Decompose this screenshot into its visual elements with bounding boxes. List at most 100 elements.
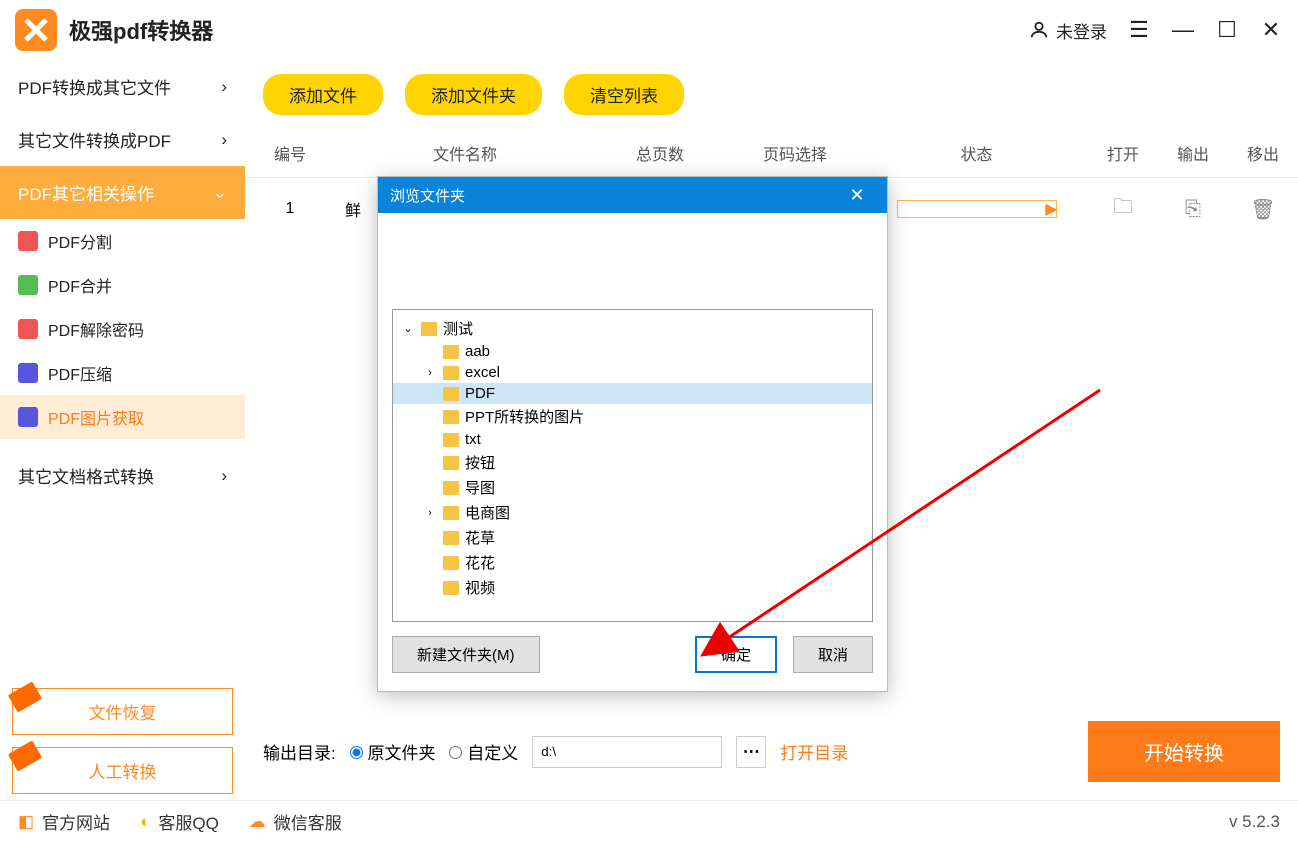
ok-button[interactable]: 确定 bbox=[695, 636, 777, 673]
dialog-close-button[interactable]: ✕ bbox=[839, 177, 875, 213]
folder-icon bbox=[421, 322, 437, 336]
tree-toggle-icon[interactable]: › bbox=[423, 507, 437, 519]
tree-item-label: txt bbox=[465, 431, 481, 448]
toolbar: 添加文件 添加文件夹 清空列表 bbox=[245, 60, 1298, 129]
folder-icon bbox=[443, 387, 459, 401]
tree-item[interactable]: PPT所转换的图片 bbox=[393, 404, 872, 429]
tree-item-label: 导图 bbox=[465, 477, 495, 498]
tree-item-label: 花草 bbox=[465, 527, 495, 548]
col-filename: 文件名称 bbox=[335, 141, 595, 165]
chevron-down-icon: ⌄ bbox=[213, 183, 227, 203]
chevron-right-icon: › bbox=[221, 130, 227, 150]
tree-item[interactable]: aab bbox=[393, 341, 872, 362]
col-range: 页码选择 bbox=[725, 141, 865, 165]
tree-item[interactable]: › excel bbox=[393, 362, 872, 383]
folder-icon bbox=[443, 410, 459, 424]
folder-icon bbox=[443, 481, 459, 495]
tree-toggle-icon[interactable]: › bbox=[423, 367, 437, 379]
col-number: 编号 bbox=[245, 141, 335, 165]
browse-path-button[interactable]: ⋯ bbox=[736, 736, 766, 768]
tree-item-label: 电商图 bbox=[465, 502, 510, 523]
sidebar-item-compress[interactable]: PDF压缩 bbox=[0, 351, 245, 395]
app-logo bbox=[15, 9, 57, 51]
tree-item-label: excel bbox=[465, 364, 500, 381]
tree-item-label: 按钮 bbox=[465, 452, 495, 473]
add-folder-button[interactable]: 添加文件夹 bbox=[405, 74, 542, 115]
tree-toggle-icon[interactable]: ⌄ bbox=[401, 322, 415, 335]
minimize-button[interactable]: — bbox=[1171, 18, 1195, 42]
browse-folder-dialog: 浏览文件夹 ✕ ⌄测试aab›excelPDFPPT所转换的图片txt按钮导图›… bbox=[377, 176, 888, 692]
login-label: 未登录 bbox=[1056, 18, 1107, 43]
col-remove: 移出 bbox=[1228, 141, 1298, 165]
file-recovery-button[interactable]: 文件恢复 bbox=[12, 688, 233, 735]
new-folder-button[interactable]: 新建文件夹(M) bbox=[392, 636, 540, 673]
sidebar-item-extract-image[interactable]: PDF图片获取 bbox=[0, 395, 245, 439]
sidebar-item-split[interactable]: PDF分割 bbox=[0, 219, 245, 263]
folder-icon bbox=[443, 581, 459, 595]
sidebar-cat-pdf-ops[interactable]: PDF其它相关操作 ⌄ bbox=[0, 166, 245, 219]
folder-icon bbox=[443, 531, 459, 545]
export-icon[interactable]: ⎘ bbox=[1158, 198, 1228, 221]
folder-icon bbox=[443, 345, 459, 359]
sidebar: PDF转换成其它文件 › 其它文件转换成PDF › PDF其它相关操作 ⌄ PD… bbox=[0, 60, 245, 800]
open-dir-link[interactable]: 打开目录 bbox=[780, 739, 848, 764]
qq-support-link[interactable]: ◐客服QQ bbox=[140, 809, 219, 834]
start-convert-button[interactable]: 开始转换 bbox=[1088, 721, 1280, 782]
qq-icon: ◐ bbox=[140, 812, 150, 832]
folder-tree[interactable]: ⌄ 测试 aab › excel PDF PPT所转换的图片 txt 按钮导图 › 电商图花草花花视… bbox=[392, 309, 873, 622]
folder-icon bbox=[443, 433, 459, 447]
tree-item-label: 视频 bbox=[465, 577, 495, 598]
tree-item-label: 测试 bbox=[443, 318, 473, 339]
tree-item-label: PDF bbox=[465, 385, 495, 402]
manual-convert-button[interactable]: 人工转换 bbox=[12, 747, 233, 794]
header: 极强pdf转换器 未登录 ☰ — ☐ ✕ bbox=[0, 0, 1298, 60]
tree-item[interactable]: PDF bbox=[393, 383, 872, 404]
wechat-support-link[interactable]: ☁微信客服 bbox=[249, 809, 342, 834]
dialog-titlebar[interactable]: 浏览文件夹 ✕ bbox=[378, 177, 887, 213]
footer: ◧官方网站 ◐客服QQ ☁微信客服 v 5.2.3 bbox=[0, 800, 1298, 842]
app-title: 极强pdf转换器 bbox=[69, 14, 213, 46]
dialog-title: 浏览文件夹 bbox=[390, 185, 465, 206]
radio-custom[interactable]: 自定义 bbox=[449, 739, 518, 764]
tree-item-label: 花花 bbox=[465, 552, 495, 573]
radio-original[interactable]: 原文件夹 bbox=[350, 739, 436, 764]
official-site-link[interactable]: ◧官方网站 bbox=[18, 809, 110, 834]
row-number: 1 bbox=[245, 200, 335, 218]
col-pages: 总页数 bbox=[595, 141, 725, 165]
close-button[interactable]: ✕ bbox=[1259, 18, 1283, 42]
col-output: 输出 bbox=[1158, 141, 1228, 165]
add-file-button[interactable]: 添加文件 bbox=[263, 74, 383, 115]
sidebar-cat-other-to-pdf[interactable]: 其它文件转换成PDF › bbox=[0, 113, 245, 166]
tree-item[interactable]: ⌄ 测试 bbox=[393, 316, 872, 341]
menu-button[interactable]: ☰ bbox=[1127, 18, 1151, 42]
cancel-button[interactable]: 取消 bbox=[793, 636, 873, 673]
tree-item[interactable]: 花草 bbox=[393, 525, 872, 550]
clear-list-button[interactable]: 清空列表 bbox=[564, 74, 684, 115]
file-icon bbox=[18, 319, 38, 339]
sidebar-cat-other-formats[interactable]: 其它文档格式转换 › bbox=[0, 449, 245, 502]
tree-item[interactable]: txt bbox=[393, 429, 872, 450]
table-header: 编号 文件名称 总页数 页码选择 状态 打开 输出 移出 bbox=[245, 129, 1298, 178]
tree-item-label: aab bbox=[465, 343, 490, 360]
hot-badge-icon bbox=[8, 681, 42, 712]
output-bar: 输出目录: 原文件夹 自定义 ⋯ 打开目录 开始转换 bbox=[245, 703, 1298, 800]
delete-icon[interactable]: 🗑 bbox=[1228, 197, 1298, 222]
col-open: 打开 bbox=[1088, 141, 1158, 165]
tree-item[interactable]: 导图 bbox=[393, 475, 872, 500]
sidebar-item-unlock[interactable]: PDF解除密码 bbox=[0, 307, 245, 351]
hot-badge-icon bbox=[8, 740, 42, 771]
version-label: v 5.2.3 bbox=[1229, 812, 1280, 832]
tree-item[interactable]: › 电商图 bbox=[393, 500, 872, 525]
globe-icon: ◧ bbox=[18, 812, 34, 832]
tree-item[interactable]: 视频 bbox=[393, 575, 872, 600]
open-folder-icon[interactable]: 🗀 bbox=[1088, 192, 1158, 226]
wechat-icon: ☁ bbox=[249, 812, 266, 832]
sidebar-item-merge[interactable]: PDF合并 bbox=[0, 263, 245, 307]
tree-item[interactable]: 花花 bbox=[393, 550, 872, 575]
tree-item[interactable]: 按钮 bbox=[393, 450, 872, 475]
chevron-right-icon: › bbox=[221, 77, 227, 97]
sidebar-cat-pdf-to-other[interactable]: PDF转换成其它文件 › bbox=[0, 60, 245, 113]
maximize-button[interactable]: ☐ bbox=[1215, 18, 1239, 42]
output-path-input[interactable] bbox=[532, 736, 722, 768]
login-button[interactable]: 未登录 bbox=[1028, 18, 1107, 43]
